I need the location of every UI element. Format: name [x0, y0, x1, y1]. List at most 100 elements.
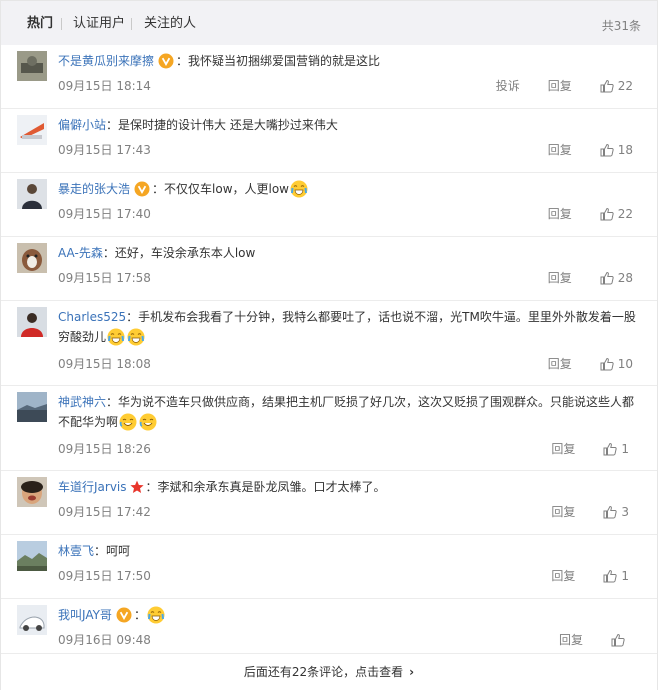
tab-divider: [131, 18, 132, 30]
reply-button[interactable]: 回复: [548, 205, 572, 222]
avatar[interactable]: [17, 51, 47, 81]
comment-list: 不是黄瓜别来摩擦 ：我怀疑当初捆绑爱国营销的就是这比 09月15日 18:14 投…: [1, 45, 657, 662]
laugh-emoji-icon: [119, 413, 137, 430]
comment-text: 暴走的张大浩 ：不仅仅车low，人更low: [58, 179, 643, 200]
like-count: 1: [621, 568, 629, 583]
like-count: 22: [617, 78, 633, 93]
comment-item: 偏僻小站：是保时捷的设计伟大 还是大嘴抄过来伟大 09月15日 17:43 回复…: [1, 109, 657, 173]
avatar[interactable]: [17, 243, 47, 273]
like-count: 10: [617, 356, 633, 371]
comment-body: ：不仅仅车low，人更low: [152, 182, 289, 196]
tab-following[interactable]: 关注的人: [144, 16, 196, 32]
avatar[interactable]: [17, 605, 47, 635]
like-button[interactable]: 28: [600, 271, 633, 285]
reply-button[interactable]: 回复: [559, 631, 583, 648]
like-count: 18: [617, 142, 633, 157]
comment-actions: 回复 10: [548, 355, 633, 372]
username-link[interactable]: Charles525: [58, 310, 126, 324]
comment-item: Charles525：手机发布会我看了十分钟，我特么都要吐了，话也说不溜，光TM…: [1, 301, 657, 386]
comment-text: AA-先森：还好，车没余承东本人low: [58, 243, 643, 263]
username-link[interactable]: 偏僻小站: [58, 118, 106, 132]
comment-time: 09月15日 17:50: [58, 569, 151, 583]
like-button[interactable]: 1: [603, 569, 629, 583]
comment-text: 偏僻小站：是保时捷的设计伟大 还是大嘴抄过来伟大: [58, 115, 643, 135]
reply-button[interactable]: 回复: [551, 503, 575, 520]
report-button[interactable]: 投诉: [496, 77, 520, 94]
reply-button[interactable]: 回复: [548, 269, 572, 286]
tab-verified[interactable]: 认证用户: [73, 16, 125, 32]
comment-time: 09月15日 17:43: [58, 143, 151, 157]
laugh-emoji-icon: [139, 413, 157, 430]
like-count: 28: [617, 270, 633, 285]
tab-hot[interactable]: 热门: [27, 16, 53, 32]
like-button[interactable]: 1: [603, 442, 629, 456]
comment-item: 不是黄瓜别来摩擦 ：我怀疑当初捆绑爱国营销的就是这比 09月15日 18:14 投…: [1, 45, 657, 109]
like-button[interactable]: 18: [600, 143, 633, 157]
load-more-comments-link[interactable]: 后面还有22条评论，点击查看 ›: [1, 653, 657, 690]
comment-body: ：: [133, 608, 146, 622]
reply-button[interactable]: 回复: [548, 141, 572, 158]
like-count: 1: [621, 441, 629, 456]
username-link[interactable]: 车道行Jarvis: [58, 480, 127, 494]
reply-button[interactable]: 回复: [548, 77, 572, 94]
cry-laugh-emoji-icon: [107, 328, 125, 345]
thumbs-up-icon: [603, 505, 618, 518]
cry-laugh-emoji-icon: [290, 180, 308, 197]
comment-actions: 回复 18: [548, 141, 633, 158]
thumbs-up-icon: [600, 143, 614, 156]
comment-item: AA-先森：还好，车没余承东本人low 09月15日 17:58 回复 28: [1, 237, 657, 301]
avatar[interactable]: [17, 392, 47, 422]
username-link[interactable]: 不是黄瓜别来摩擦: [58, 54, 154, 68]
comment-actions: 回复 1: [551, 440, 629, 457]
username-link[interactable]: AA-先森: [58, 246, 103, 260]
avatar[interactable]: [17, 307, 47, 337]
like-button[interactable]: 22: [600, 207, 633, 221]
verified-badge-icon: [116, 607, 132, 622]
thumbs-up-icon: [611, 633, 625, 646]
username-link[interactable]: 暴走的张大浩: [58, 182, 130, 196]
username-link[interactable]: 我叫JAY哥: [58, 608, 112, 622]
comment-time: 09月15日 17:58: [58, 271, 151, 285]
username-link[interactable]: 林壹飞: [58, 544, 94, 558]
load-more-label: 后面还有22条评论，点击查看: [243, 665, 404, 679]
comment-body: ：我怀疑当初捆绑爱国营销的就是这比: [176, 54, 381, 68]
comment-body: ：是保时捷的设计伟大 还是大嘴抄过来伟大: [106, 118, 338, 132]
avatar[interactable]: [17, 541, 47, 571]
like-button[interactable]: [611, 633, 629, 647]
reply-button[interactable]: 回复: [551, 567, 575, 584]
like-count: 3: [621, 504, 629, 519]
comment-time: 09月15日 18:08: [58, 357, 151, 371]
avatar[interactable]: [17, 115, 47, 145]
avatar[interactable]: [17, 477, 47, 507]
like-count: 22: [617, 206, 633, 221]
verified-badge-icon: [134, 181, 150, 196]
thumbs-up-icon: [600, 271, 614, 284]
like-button[interactable]: 10: [600, 357, 633, 371]
comment-body: ：李斌和余承东真是卧龙凤雏。口才太棒了。: [145, 480, 386, 494]
avatar[interactable]: [17, 179, 47, 209]
comment-text: 我叫JAY哥 ：: [58, 605, 643, 626]
thumbs-up-icon: [603, 569, 618, 582]
comment-time: 09月16日 09:48: [58, 633, 151, 647]
like-button[interactable]: 22: [600, 79, 633, 93]
red-star-icon: [129, 480, 144, 493]
comment-panel: 热门 认证用户 关注的人 共31条 不是黄瓜别来摩擦 ：我怀疑当初捆绑爱国营销的就…: [0, 0, 658, 690]
username-link[interactable]: 神武神六: [58, 395, 106, 409]
reply-button[interactable]: 回复: [551, 440, 575, 457]
comment-time: 09月15日 18:26: [58, 442, 151, 456]
comment-actions: 回复 1: [551, 567, 629, 584]
comment-item: 车道行Jarvis ：李斌和余承东真是卧龙凤雏。口才太棒了。 09月15日 17:…: [1, 471, 657, 535]
like-button[interactable]: 3: [603, 505, 629, 519]
reply-button[interactable]: 回复: [548, 355, 572, 372]
filter-tabs: 热门 认证用户 关注的人 共31条: [1, 1, 657, 45]
comment-item: 林壹飞：呵呵 09月15日 17:50 回复 1: [1, 535, 657, 599]
comment-time: 09月15日 17:42: [58, 505, 151, 519]
comment-text: 车道行Jarvis ：李斌和余承东真是卧龙凤雏。口才太棒了。: [58, 477, 643, 497]
comment-time: 09月15日 18:14: [58, 79, 151, 93]
comment-text: 林壹飞：呵呵: [58, 541, 643, 561]
comment-actions: 回复: [559, 631, 629, 648]
comment-item: 神武神六：华为说不造车只做供应商，结果把主机厂贬损了好几次，这次又贬损了围观群众…: [1, 386, 657, 471]
thumbs-up-icon: [600, 79, 614, 92]
comment-text: Charles525：手机发布会我看了十分钟，我特么都要吐了，话也说不溜，光TM…: [58, 307, 643, 348]
thumbs-up-icon: [600, 207, 614, 220]
